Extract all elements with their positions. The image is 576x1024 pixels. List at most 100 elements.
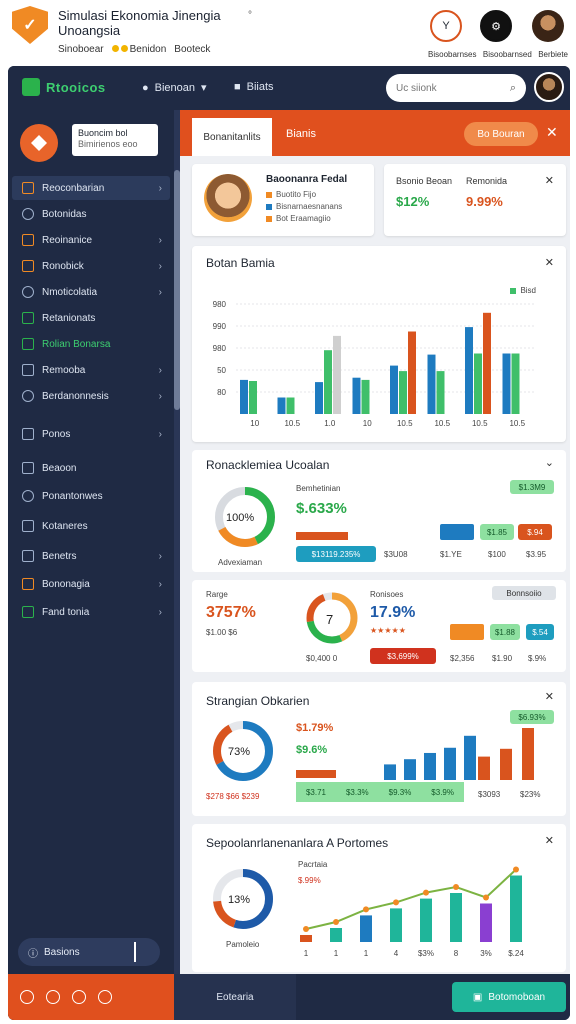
sidebar-item[interactable]: Botonidas: [12, 202, 170, 226]
ring-2-block-green: $1.88: [490, 624, 520, 640]
x-tick-label: 10: [363, 419, 372, 428]
sidebar-item[interactable]: Bononagia ›: [12, 572, 170, 596]
sidebar-item-label: Rolian Bonarsa: [42, 338, 111, 350]
stat-value-2: 9.99%: [466, 194, 503, 209]
header-sub: Sinoboear Benidon Booteck: [58, 44, 210, 55]
bar: [249, 381, 257, 414]
ring-2-block-blue: $.54: [526, 624, 554, 640]
footer-icon-3[interactable]: [72, 990, 86, 1004]
ring-2-stars: ★★★★★: [370, 626, 406, 635]
bar: [408, 331, 416, 414]
header-circle-button[interactable]: Y: [430, 10, 462, 42]
ring-1-sub: Advexiaman: [218, 558, 263, 567]
tab-2[interactable]: Bianis: [286, 128, 316, 140]
stats-close-icon[interactable]: ✕: [545, 174, 554, 187]
sidebar-item-icon: [22, 520, 34, 532]
search-icon[interactable]: ⌕: [510, 82, 516, 95]
ring-card-1-chevron-icon[interactable]: ⌄: [545, 456, 554, 469]
x-tick-label: 3%: [480, 949, 492, 958]
close-icon[interactable]: ✕: [546, 124, 558, 141]
footer-icon-2[interactable]: [46, 990, 60, 1004]
sidebar-item[interactable]: Reoconbarian ›: [12, 176, 170, 200]
nav-avatar[interactable]: [534, 72, 564, 102]
footer: Eotearia ▣ Botomoboan: [8, 974, 570, 1020]
chevron-right-icon: ›: [158, 364, 162, 376]
sidebar-item-label: Reoconbarian: [42, 182, 105, 194]
header-settings-icon[interactable]: ⚙: [480, 10, 512, 42]
sidebar-item[interactable]: Ponantonwes: [12, 484, 170, 508]
footer-action-button[interactable]: ▣ Botomoboan: [452, 982, 566, 1012]
sidebar-item[interactable]: Ponos ›: [12, 422, 170, 446]
stat-label-1: Bsonio Beoan: [396, 176, 453, 186]
sidebar-item[interactable]: Remooba ›: [12, 358, 170, 382]
ring-card-3: Strangian Obkarien ✕ 73% $278 $66 $239 $…: [192, 682, 566, 816]
x-tick-label: $3%: [418, 949, 434, 958]
sidebar-item[interactable]: Retanionats: [12, 306, 170, 330]
sidebar-profile[interactable]: Buoncim bol Bimirienos eoo: [20, 124, 160, 162]
top-nav: Rtooicos ● Bienoan▾ ■ Biiats ⌕: [8, 66, 570, 110]
sidebar-item[interactable]: Kotaneres: [12, 514, 170, 538]
sidebar-item-label: Ronobick: [42, 260, 84, 272]
footer-button-icon: ▣: [472, 991, 483, 1003]
bar-chart-card: Botan Bamia ✕ Bisd 980 990 980 50 80 10 10.5 1.…: [192, 246, 566, 442]
ring-2-block-orange: [450, 624, 484, 640]
ring-2-subval-3: $.9%: [528, 654, 547, 663]
sidebar-item-icon: [22, 490, 34, 502]
footer-icon-4[interactable]: [98, 990, 112, 1004]
chevron-right-icon: ›: [158, 550, 162, 562]
search-box[interactable]: ⌕: [386, 74, 526, 102]
header-sub-item-2[interactable]: Benidon: [111, 44, 166, 55]
bar: [444, 747, 456, 780]
sidebar-item-label: Bononagia: [42, 578, 90, 590]
bar: [324, 350, 332, 414]
ring-2-right-sub: $0,400 0: [306, 654, 338, 663]
chevron-right-icon: ›: [158, 390, 162, 402]
bar: [390, 365, 398, 414]
sidebar-item[interactable]: Nmoticolatia ›: [12, 280, 170, 304]
nav-item-1[interactable]: ● Bienoan ▾: [142, 81, 207, 95]
ring-2-left-value: 3757%: [206, 604, 256, 621]
nav-brand[interactable]: Rtooicos: [46, 80, 106, 95]
bar: [404, 759, 416, 780]
search-input[interactable]: [396, 82, 496, 94]
bar: [384, 764, 396, 780]
sidebar-bottom-toggle[interactable]: ⓘ Basions: [18, 938, 160, 966]
footer-icon-1[interactable]: [20, 990, 34, 1004]
sidebar-item[interactable]: Reoinanice ›: [12, 228, 170, 252]
x-tick-label: 1: [304, 949, 309, 958]
bar: [300, 935, 312, 942]
main-action-button[interactable]: Bo Bouran: [464, 122, 538, 146]
sidebar-logo-icon: [20, 124, 58, 162]
tab-active[interactable]: Bonanitanlits: [192, 118, 272, 156]
sidebar-item[interactable]: Berdanonnesis ›: [12, 384, 170, 408]
sidebar-item[interactable]: Benetrs ›: [12, 544, 170, 568]
sidebar-item-icon: [22, 606, 34, 618]
bar: [465, 327, 473, 414]
sidebar-card: Buoncim bol Bimirienos eoo: [72, 124, 158, 156]
x-tick-label: 10.5: [509, 419, 525, 428]
nav-item-2[interactable]: ■ Biiats: [234, 81, 274, 93]
ring-1-value: $.633%: [296, 500, 347, 517]
sidebar-item[interactable]: Fand tonia ›: [12, 600, 170, 624]
bar: [240, 379, 248, 414]
sidebar-item-icon: [22, 364, 34, 376]
header-avatar[interactable]: [532, 10, 564, 42]
x-tick-label: 1: [334, 949, 339, 958]
toggle-handle[interactable]: [134, 942, 136, 962]
sidebar-item[interactable]: Rolian Bonarsa: [12, 332, 170, 356]
sidebar-item[interactable]: Beaoon: [12, 456, 170, 480]
ring-card-4: Sepoolanrlanenanlara A Portomes ✕ 13% Pa…: [192, 824, 566, 972]
sidebar-item[interactable]: Ronobick ›: [12, 254, 170, 278]
ring-card-2: Rarge 3757% $1.00 $6 7 Ronisoes 17.9% ★★…: [192, 580, 566, 672]
footer-tab[interactable]: Eotearia: [174, 974, 296, 1020]
trend-point: [483, 894, 489, 901]
stat-value-1: $12%: [396, 194, 430, 209]
bar: [511, 353, 520, 414]
ring-2-grey-pill[interactable]: Bonnsoiio: [492, 586, 556, 600]
chevron-right-icon: ›: [158, 606, 162, 618]
sidebar-item-label: Fand tonia: [42, 606, 90, 618]
header-sub-item-1[interactable]: Sinoboear: [58, 44, 104, 55]
trend-point: [453, 884, 459, 890]
main-content: Bonanitanlits Bianis Bo Bouran ✕ Baoonan…: [180, 110, 570, 974]
header-sub-item-3[interactable]: Booteck: [174, 44, 210, 55]
